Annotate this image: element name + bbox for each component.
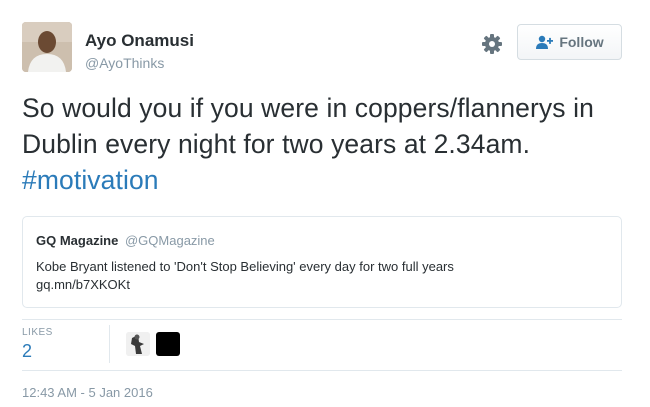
quoted-tweet-header: GQ Magazine @GQMagazine: [36, 233, 215, 248]
liker-avatar[interactable]: [156, 332, 180, 356]
hashtag-link[interactable]: #motivation: [22, 165, 159, 195]
gear-icon[interactable]: [481, 33, 503, 55]
likes-separator: [109, 325, 110, 363]
likes-count[interactable]: 2: [22, 341, 32, 362]
tweet-body: So would you if you were in coppers/flan…: [22, 93, 594, 159]
quoted-author-handle: @GQMagazine: [124, 233, 215, 248]
quoted-text-line: Kobe Bryant listened to 'Don't Stop Beli…: [36, 259, 454, 274]
likes-label: LIKES: [22, 327, 53, 338]
follow-button-label: Follow: [559, 34, 604, 50]
tweet-timestamp[interactable]: 12:43 AM - 5 Jan 2016: [22, 385, 153, 400]
liker-avatar[interactable]: [126, 332, 150, 356]
quoted-tweet[interactable]: GQ Magazine @GQMagazine Kobe Bryant list…: [22, 216, 622, 308]
stats-divider-top: [22, 319, 622, 320]
add-user-icon: [536, 35, 554, 49]
follow-button[interactable]: Follow: [517, 24, 622, 60]
tweet-text: So would you if you were in coppers/flan…: [22, 90, 632, 198]
author-handle[interactable]: @AyoThinks: [85, 55, 164, 71]
stats-divider-bottom: [22, 370, 622, 371]
author-name[interactable]: Ayo Onamusi: [85, 31, 194, 51]
quoted-author-name: GQ Magazine: [36, 233, 119, 248]
tweet-card: Ayo Onamusi @AyoThinks Follow So would y…: [0, 0, 650, 407]
quoted-tweet-text: Kobe Bryant listened to 'Don't Stop Beli…: [36, 258, 606, 294]
author-avatar[interactable]: [22, 22, 72, 72]
quoted-link[interactable]: gq.mn/b7XKOKt: [36, 277, 130, 292]
